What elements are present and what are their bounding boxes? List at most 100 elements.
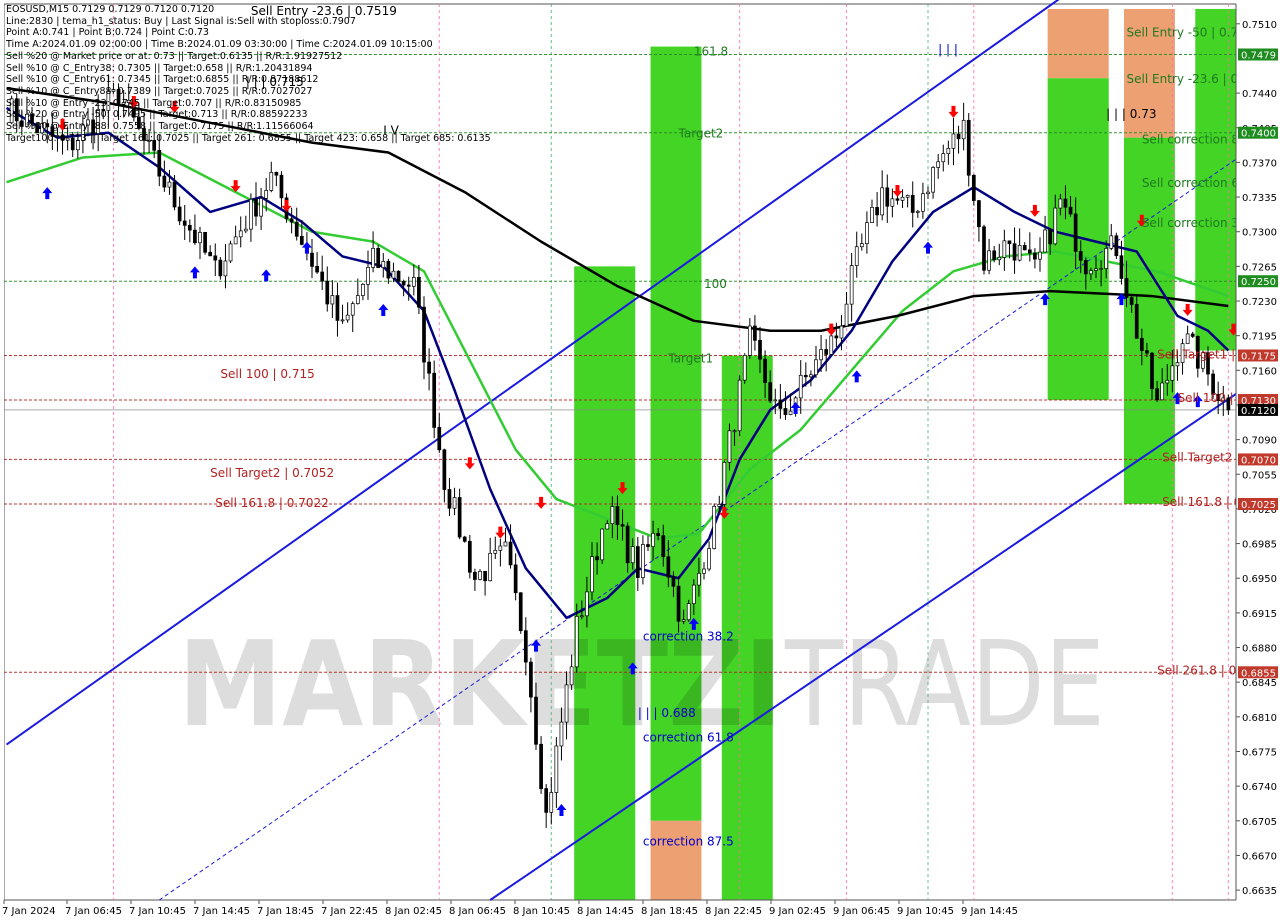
signal-zone: [1047, 8, 1109, 79]
candle-body: [956, 133, 961, 140]
x-tick-label: 8 Jan 22:45: [705, 906, 762, 917]
sell-arrow-icon: [826, 323, 837, 336]
time-axis: 7 Jan 2024 7 Jan 06:45 7 Jan 10:45 7 Jan 14…: [2, 900, 1018, 917]
candle-body: [1078, 251, 1083, 261]
candle-body: [936, 161, 941, 168]
y-tick-label: 0.7090: [1242, 436, 1277, 447]
y-tick-label: 0.6915: [1242, 609, 1277, 620]
candle-body: [849, 265, 854, 305]
candle-body: [289, 218, 294, 223]
level-label: | | |: [938, 43, 958, 57]
x-tick-label: 7 Jan 14:45: [193, 906, 250, 917]
candle-body: [829, 335, 834, 355]
candle-body: [198, 231, 202, 244]
candle-body: [9, 98, 14, 124]
candle-body: [493, 549, 498, 554]
candle-body: [238, 230, 243, 238]
candle-body: [350, 303, 355, 316]
sell-arrow-icon: [495, 526, 506, 539]
candle-body: [1068, 206, 1073, 215]
candle-body: [671, 576, 676, 587]
candle-body: [167, 181, 172, 188]
candle-body: [106, 91, 111, 111]
price-badge-label: 0.7070: [1241, 455, 1276, 466]
candle-body: [320, 271, 325, 282]
price-axis: 0.75100.74400.74050.73700.73350.73000.72…: [1235, 0, 1280, 920]
candle-body: [75, 140, 80, 151]
candle-body: [223, 260, 228, 277]
candle-body: [641, 544, 645, 578]
level-label: I V: [383, 124, 399, 138]
candle-body: [773, 399, 778, 402]
candle-body: [325, 280, 330, 305]
candle-body: [859, 243, 864, 248]
candle-body: [605, 523, 610, 530]
candle-body: [534, 696, 538, 745]
x-tick-label: 9 Jan 06:45: [833, 906, 890, 917]
level-label: correction 87.5: [643, 835, 734, 849]
x-tick-label: 8 Jan 18:45: [641, 906, 698, 917]
buy-arrow-icon: [42, 187, 53, 200]
candle-body: [870, 207, 874, 223]
candle-body: [508, 541, 513, 566]
candle-body: [778, 399, 783, 409]
candle-body: [676, 585, 681, 622]
price-badge-label: 0.7479: [1241, 50, 1276, 61]
candle-body: [147, 139, 151, 142]
candle-body: [768, 382, 773, 402]
price-badge-label: 0.6855: [1241, 668, 1276, 679]
candle-body: [544, 788, 549, 813]
candle-body: [1185, 333, 1190, 345]
candle-body: [854, 246, 859, 266]
candle-body: [142, 128, 146, 141]
candle-body: [371, 248, 375, 268]
candle-body: [951, 133, 956, 149]
candle-body: [483, 570, 487, 582]
candle-body: [971, 174, 976, 201]
y-tick-label: 0.6810: [1242, 713, 1277, 724]
candle-body: [625, 525, 630, 564]
buy-arrow-icon: [261, 269, 272, 282]
candle-body: [875, 207, 879, 216]
candle-body: [411, 277, 416, 287]
candle-body: [452, 497, 457, 509]
candle-body: [819, 349, 823, 361]
candle-body: [422, 306, 426, 363]
buy-arrow-icon: [923, 241, 933, 254]
candle-body: [523, 630, 528, 663]
candle-body: [208, 251, 213, 257]
candle-body: [70, 137, 75, 151]
candle-body: [269, 172, 274, 191]
buy-arrow-icon: [189, 266, 200, 279]
candle-body: [661, 535, 666, 558]
candle-body: [366, 267, 370, 285]
candle-body: [966, 119, 971, 176]
candle-body: [1104, 248, 1109, 269]
candle-body: [1094, 268, 1098, 271]
candle-body: [697, 572, 701, 586]
candle-body: [193, 229, 197, 244]
price-badge-label: 0.7175: [1241, 351, 1276, 362]
candle-body: [1160, 382, 1165, 401]
signal-zone: [650, 820, 702, 900]
candle-body: [182, 220, 187, 226]
level-label: Sell 100 | 0.715: [220, 367, 314, 381]
candle-body: [35, 123, 39, 134]
candle-body: [254, 198, 258, 217]
level-label: | | | 0.715: [246, 75, 304, 89]
candle-body: [488, 552, 493, 582]
buy-arrow-icon: [556, 803, 567, 816]
candle-body: [895, 198, 900, 201]
x-tick-label: 7 Jan 18:45: [257, 906, 314, 917]
candle-body: [249, 198, 253, 230]
candle-body: [274, 172, 279, 176]
candle-body: [1017, 245, 1022, 261]
candle-body: [941, 153, 946, 163]
candle-body: [1063, 198, 1068, 208]
candle-body: [1124, 278, 1129, 298]
candle-body: [65, 137, 70, 141]
candle-body: [40, 123, 45, 134]
price-chart[interactable]: MARKETZI TRADE Sell Entry -50 | 0.7495Se…: [0, 0, 1280, 920]
candle-body: [579, 615, 584, 618]
candle-body: [467, 540, 472, 573]
